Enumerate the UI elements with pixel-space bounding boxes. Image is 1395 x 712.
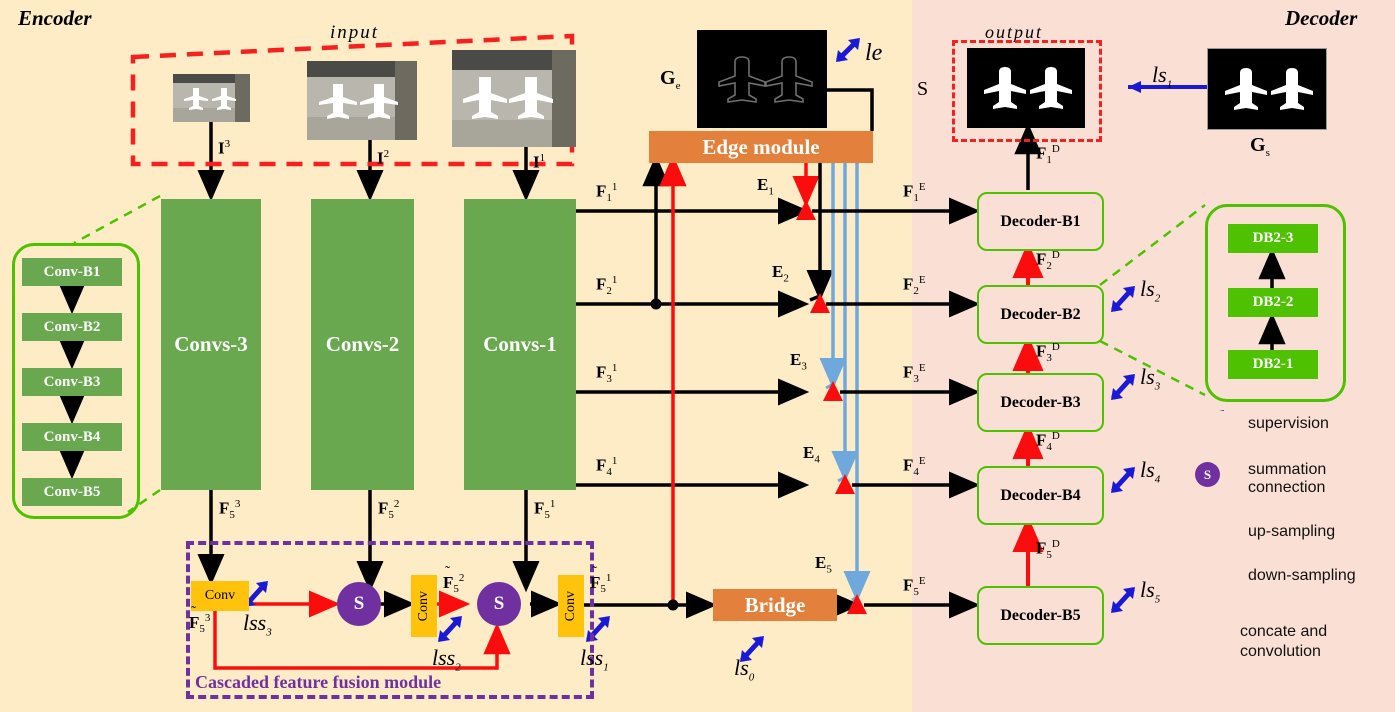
- input-arrow-label-2: I2: [377, 148, 390, 168]
- convs-3-block[interactable]: Convs-3: [161, 199, 261, 490]
- convs-2-label: Convs-2: [325, 332, 400, 356]
- ls5-label: ls5: [1140, 577, 1161, 606]
- encoder-title: Encoder: [18, 6, 92, 30]
- f1-1-label: F11: [596, 181, 618, 205]
- fd2-label: F2D: [1036, 249, 1060, 273]
- input-thumbnail-2: [307, 61, 417, 140]
- fd5-label: F5D: [1036, 538, 1060, 562]
- cffm-sum-1[interactable]: S: [337, 582, 381, 626]
- legend-label-up-sampling: up-sampling: [1248, 523, 1336, 540]
- fd4-label: F4D: [1036, 430, 1060, 454]
- fe1-label: F1E: [903, 181, 926, 205]
- lss3-label: lss3: [243, 610, 272, 639]
- conv-b3-block[interactable]: Conv-B3: [22, 368, 122, 396]
- input-thumbnail-1: [452, 50, 576, 147]
- convs-3-label: Convs-3: [174, 332, 248, 356]
- bridge-block[interactable]: Bridge: [713, 589, 837, 621]
- conv-b4-block[interactable]: Conv-B4: [22, 423, 122, 451]
- edge-groundtruth-image: [697, 30, 827, 128]
- output-dashed-frame: [952, 40, 1102, 142]
- conv-b1-block[interactable]: Conv-B1: [22, 258, 122, 286]
- convs-1-label: Convs-1: [483, 332, 557, 356]
- fd1-label: F1D: [1036, 143, 1060, 167]
- decoder-b4-block[interactable]: Decoder-B4: [977, 466, 1104, 525]
- ls4-label: ls4: [1140, 457, 1161, 486]
- f3-1-label: F31: [596, 362, 618, 386]
- cffm-conv-2[interactable]: Conv: [411, 575, 437, 637]
- input-thumbnail-3: [173, 74, 250, 122]
- cffm-title: Cascaded feature fusion module: [195, 672, 442, 692]
- legend-label-connection: connection: [1248, 479, 1326, 496]
- db2-2-block[interactable]: DB2-2: [1228, 288, 1318, 317]
- output-s-label: S: [917, 78, 929, 100]
- ls1-label: ls1: [1152, 62, 1173, 91]
- input-label: input: [330, 22, 380, 43]
- convs-2-block[interactable]: Convs-2: [311, 199, 414, 490]
- diagram-root: Encoder Decoder input output I3 I2 I1 Co…: [0, 0, 1395, 712]
- db2-1-block[interactable]: DB2-1: [1228, 350, 1318, 379]
- decoder-b3-block[interactable]: Decoder-B3: [977, 373, 1104, 432]
- decoder-title: Decoder: [1285, 6, 1358, 30]
- bridge-loss-label: ls0: [734, 655, 755, 684]
- decoder-b5-block[interactable]: Decoder-B5: [977, 586, 1104, 645]
- db2-3-block[interactable]: DB2-3: [1228, 224, 1318, 253]
- fe4-label: F4E: [903, 455, 926, 479]
- ls2-label: ls2: [1140, 276, 1161, 305]
- e4-label: E4: [803, 443, 820, 466]
- decoder-b2-block[interactable]: Decoder-B2: [977, 285, 1104, 344]
- lss1-label: lss1: [580, 645, 609, 674]
- cffm-conv-1[interactable]: Conv: [558, 575, 584, 637]
- legend-label-concate: concate and convolution: [1240, 623, 1328, 660]
- decoder-b1-block[interactable]: Decoder-B1: [977, 192, 1104, 251]
- summation-circle-icon: S: [1195, 462, 1220, 487]
- convs-1-block[interactable]: Convs-1: [464, 199, 576, 490]
- gs-label: Gs: [1250, 134, 1270, 159]
- input-arrow-label-3: I3: [218, 138, 231, 158]
- tilde-f5-2-label: F ˜ 52: [443, 564, 465, 596]
- f2-1-label: F21: [596, 274, 618, 298]
- edge-gt-label: Ge: [660, 67, 681, 92]
- edge-module-block[interactable]: Edge module: [649, 131, 873, 163]
- tilde-f5-1-label: F ˜ 51: [590, 564, 612, 596]
- saliency-groundtruth-image: [1207, 48, 1327, 130]
- fd3-label: F3D: [1036, 341, 1060, 365]
- cffm-conv-3[interactable]: Conv: [191, 581, 249, 611]
- legend-label-down-sampling: down-sampling: [1248, 567, 1356, 584]
- cffm-sum-2[interactable]: S: [477, 582, 521, 626]
- e2-label: E2: [772, 262, 789, 285]
- f5-3-label: F53: [219, 498, 241, 522]
- fe2-label: F2E: [903, 274, 926, 298]
- ls3-label: ls3: [1140, 364, 1161, 393]
- tilde-f5-3-label: F ˜ 53: [189, 604, 211, 636]
- e3-label: E3: [790, 350, 807, 373]
- fe5-label: F5E: [903, 575, 926, 599]
- lss2-label: lss2: [432, 645, 461, 674]
- f4-1-label: F41: [596, 455, 618, 479]
- input-arrow-label-1: I1: [533, 152, 546, 172]
- fe3-label: F3E: [903, 362, 926, 386]
- f5-2-label: F52: [378, 498, 400, 522]
- legend-label-supervision: supervision: [1248, 415, 1329, 432]
- conv-b5-block[interactable]: Conv-B5: [22, 478, 122, 506]
- conv-b2-block[interactable]: Conv-B2: [22, 313, 122, 341]
- e5-label: E5: [815, 553, 832, 576]
- legend-label-summation: summation: [1248, 461, 1327, 478]
- e1-label: E1: [757, 175, 774, 198]
- edge-loss-label: le: [865, 40, 883, 66]
- f5-1-label: F51: [534, 498, 556, 522]
